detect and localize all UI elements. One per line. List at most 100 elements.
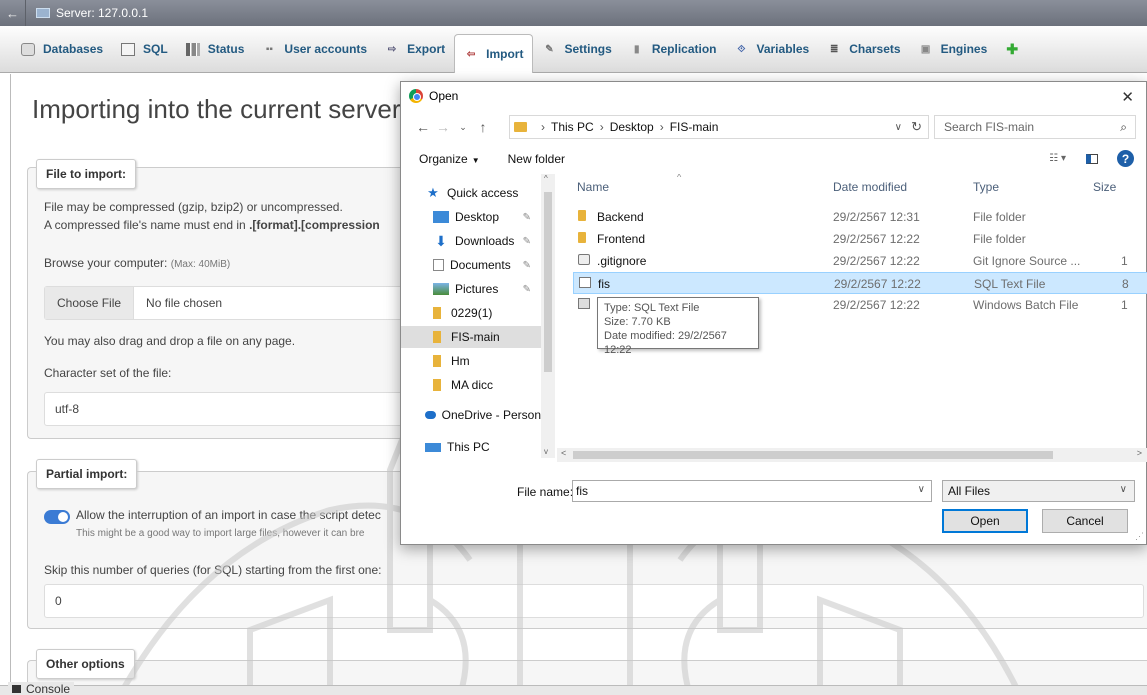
chevron-down-icon[interactable]: ∨ — [918, 484, 925, 495]
file-row-gitignore[interactable]: .gitignore 29/2/2567 12:22 Git Ignore So… — [573, 250, 1147, 272]
database-icon — [21, 42, 35, 56]
nav-downloads[interactable]: ⬇ Downloads ✎ — [401, 230, 541, 252]
chrome-icon — [409, 89, 423, 103]
tab-engines[interactable]: ▣ Engines — [910, 34, 997, 64]
tab-import[interactable]: ⇦ Import — [454, 34, 534, 73]
nav-folder-hm[interactable]: Hm — [401, 350, 541, 372]
column-header-name[interactable]: Name — [577, 180, 609, 194]
tooltip-date: Date modified: 29/2/2567 12:22 — [604, 330, 727, 356]
file-name-input[interactable]: fis ∨ — [572, 480, 932, 502]
file-row-frontend[interactable]: Frontend 29/2/2567 12:22 File folder — [573, 228, 1147, 250]
server-icon — [36, 8, 50, 18]
scrollbar-thumb[interactable] — [573, 451, 1053, 459]
column-header-type[interactable]: Type — [973, 180, 999, 194]
search-input[interactable]: Search FIS-main ⌕ — [934, 115, 1136, 139]
address-bar[interactable]: › This PC › Desktop › FIS-main ∨ ↻ — [509, 115, 929, 139]
tab-settings[interactable]: ✎ Settings — [533, 34, 620, 64]
breadcrumb-this-pc[interactable]: This PC — [551, 120, 594, 134]
dialog-titlebar[interactable]: Open ✕ — [401, 82, 1146, 110]
scroll-right-icon[interactable]: > — [1137, 448, 1142, 458]
collapse-arrow-icon[interactable]: ← — [0, 0, 26, 26]
compression-suffix-info: A compressed file's name must end in .[f… — [44, 218, 380, 232]
scroll-left-icon[interactable]: < — [561, 448, 566, 458]
tab-status[interactable]: Status — [177, 34, 254, 64]
nav-pane-scrollbar[interactable]: ^ v — [541, 174, 555, 458]
forward-arrow-icon[interactable]: → — [433, 119, 453, 135]
nav-this-pc[interactable]: This PC — [401, 436, 541, 458]
preview-pane-icon[interactable] — [1086, 154, 1098, 164]
tab-sql[interactable]: SQL — [112, 34, 177, 64]
no-file-chosen-text: No file chosen — [146, 296, 223, 310]
pin-icon[interactable]: ✎ — [523, 284, 531, 295]
file-row-fis[interactable]: fis 29/2/2567 12:22 SQL Text File 8 — [573, 272, 1147, 294]
pictures-icon — [433, 283, 449, 295]
scrollbar-thumb[interactable] — [544, 192, 552, 372]
sort-ascending-icon: ^ — [677, 174, 682, 182]
view-options-icon[interactable]: ☷ ▾ — [1049, 153, 1066, 164]
tab-variables[interactable]: ⟐ Variables — [726, 34, 819, 64]
dropdown-arrow-icon: ▼ — [471, 156, 480, 165]
tab-charsets[interactable]: ≣ Charsets — [818, 34, 909, 64]
cancel-button[interactable]: Cancel — [1042, 509, 1128, 533]
pin-icon[interactable]: ✎ — [523, 236, 531, 247]
pin-icon[interactable]: ✎ — [523, 212, 531, 223]
star-icon: ★ — [427, 185, 439, 200]
tab-plugins[interactable]: ✚ — [996, 34, 1036, 64]
tab-export[interactable]: ⇨ Export — [376, 34, 454, 64]
nav-quick-access[interactable]: ★ Quick access — [401, 182, 541, 204]
nav-documents[interactable]: Documents ✎ — [401, 254, 541, 276]
tab-replication[interactable]: ▮ Replication — [621, 34, 726, 64]
gitignore-file-icon — [578, 254, 590, 265]
back-arrow-icon[interactable]: ← — [413, 119, 433, 135]
folder-icon — [433, 379, 441, 391]
pin-icon[interactable]: ✎ — [523, 260, 531, 271]
console-toggle[interactable]: Console — [8, 682, 75, 695]
breadcrumb-desktop[interactable]: Desktop — [610, 120, 654, 134]
up-arrow-icon[interactable]: ↑ — [473, 119, 493, 135]
nav-onedrive[interactable]: OneDrive - Person — [401, 404, 541, 426]
file-list-horizontal-scrollbar[interactable]: < > — [557, 448, 1147, 462]
help-icon[interactable]: ? — [1117, 150, 1134, 167]
nav-desktop[interactable]: Desktop ✎ — [401, 206, 541, 228]
tab-user-accounts[interactable]: ▪▪ User accounts — [253, 34, 376, 64]
choose-file-button[interactable]: Choose File — [45, 287, 135, 319]
address-dropdown-icon[interactable]: ∨ — [895, 122, 902, 133]
scroll-down-icon[interactable]: v — [544, 447, 548, 456]
open-button[interactable]: Open — [942, 509, 1028, 533]
resize-grip-icon[interactable]: ⋰ — [1135, 531, 1144, 542]
breadcrumb-separator-icon: › — [541, 120, 545, 134]
nav-pictures[interactable]: Pictures ✎ — [401, 278, 541, 300]
sql-icon — [121, 42, 136, 56]
scroll-up-icon[interactable]: ^ — [544, 174, 548, 183]
open-file-dialog: Open ✕ ← → ⌄ ↑ › This PC › Desktop › FIS… — [400, 81, 1147, 545]
server-title[interactable]: Server: 127.0.0.1 — [56, 6, 148, 20]
nav-folder-0229[interactable]: 0229(1) — [401, 302, 541, 324]
file-info-tooltip: Type: SQL Text File Size: 7.70 KB Date m… — [597, 297, 759, 356]
import-icon: ⇦ — [466, 48, 476, 60]
nav-folder-ma-dicc[interactable]: MA dicc — [401, 374, 541, 396]
recent-locations-chevron-icon[interactable]: ⌄ — [453, 122, 473, 133]
organize-menu[interactable]: Organize ▼ — [419, 152, 480, 166]
charset-label: Character set of the file: — [44, 366, 172, 380]
folder-icon — [514, 122, 527, 132]
refresh-icon[interactable]: ↻ — [911, 119, 922, 135]
page-title: Importing into the current server — [32, 94, 401, 124]
skip-queries-input[interactable]: 0 — [44, 584, 1144, 618]
file-row-backend[interactable]: Backend 29/2/2567 12:31 File folder — [573, 206, 1147, 228]
computer-icon — [425, 442, 441, 452]
column-header-size[interactable]: Size — [1093, 180, 1116, 194]
file-type-select[interactable]: All Files ∨ — [942, 480, 1135, 502]
tab-databases[interactable]: Databases — [12, 34, 112, 64]
nav-folder-fis-main[interactable]: FIS-main — [401, 326, 541, 348]
breadcrumb-separator-icon: › — [659, 120, 664, 134]
folder-icon — [433, 331, 441, 343]
allow-interrupt-toggle[interactable] — [44, 510, 70, 524]
documents-icon — [433, 259, 444, 271]
close-icon[interactable]: ✕ — [1121, 88, 1134, 106]
new-folder-button[interactable]: New folder — [508, 152, 565, 166]
dialog-title: Open — [429, 89, 459, 103]
wrench-icon: ✎ — [545, 43, 554, 55]
column-header-date[interactable]: Date modified — [833, 180, 907, 194]
breadcrumb-fis-main[interactable]: FIS-main — [670, 120, 719, 134]
replication-icon: ▮ — [634, 43, 640, 55]
